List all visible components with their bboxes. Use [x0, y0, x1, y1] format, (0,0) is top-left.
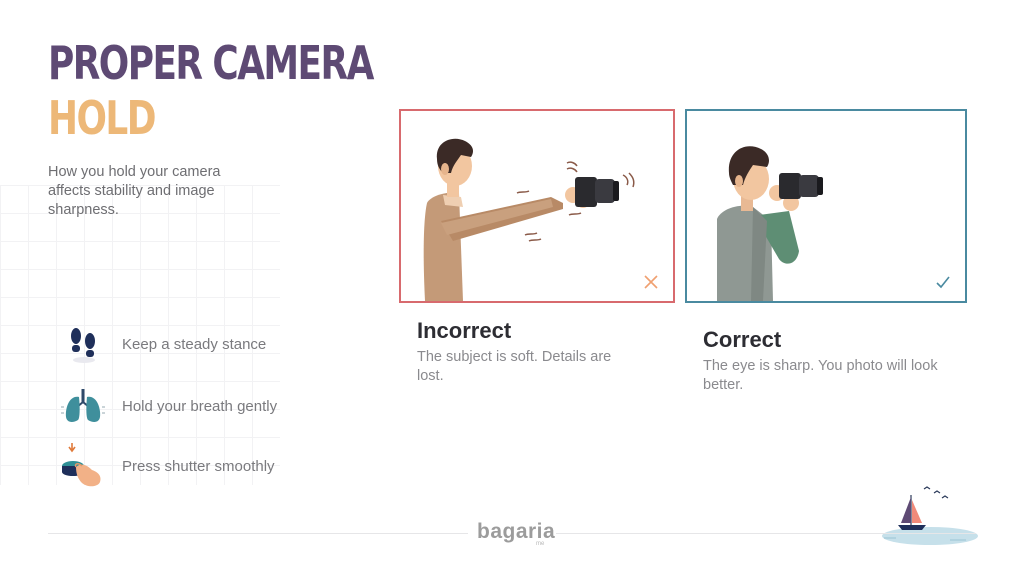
incorrect-description: The subject is soft. Details are lost.	[417, 349, 612, 384]
tip-label: Keep a steady stance	[122, 335, 267, 353]
correct-title: Correct	[703, 327, 782, 352]
lungs-icon	[58, 384, 108, 428]
intro-text: How you hold your camera affects stabili…	[48, 164, 221, 218]
page-title: PROPER CAMERA HOLD	[48, 36, 374, 146]
shutter-press-icon	[58, 443, 108, 488]
incorrect-hold-illustration	[423, 138, 658, 301]
incorrect-title: Incorrect	[417, 318, 512, 343]
footer-divider-right	[556, 533, 976, 534]
footprints-icon	[58, 322, 108, 366]
tip-steady-stance: Keep a steady stance	[58, 322, 266, 366]
title-line-2: HOLD	[48, 91, 157, 145]
tip-label: Hold your breath gently	[122, 397, 278, 415]
footer-divider-left	[48, 533, 468, 534]
tip-breath: Hold your breath gently	[58, 384, 277, 428]
incorrect-example-card	[399, 109, 675, 303]
brand-logo-sub: me	[536, 541, 545, 547]
sailboat-illustration	[876, 480, 982, 555]
correct-example-card	[685, 109, 967, 303]
tip-label: Press shutter smoothly	[122, 457, 275, 475]
cross-icon	[644, 275, 658, 289]
tip-shutter: Press shutter smoothly	[58, 443, 275, 488]
title-line-1: PROPER CAMERA	[48, 36, 374, 90]
correct-hold-illustration	[717, 146, 950, 301]
check-icon	[936, 276, 950, 289]
correct-description: The eye is sharp. You photo will look be…	[703, 358, 938, 393]
